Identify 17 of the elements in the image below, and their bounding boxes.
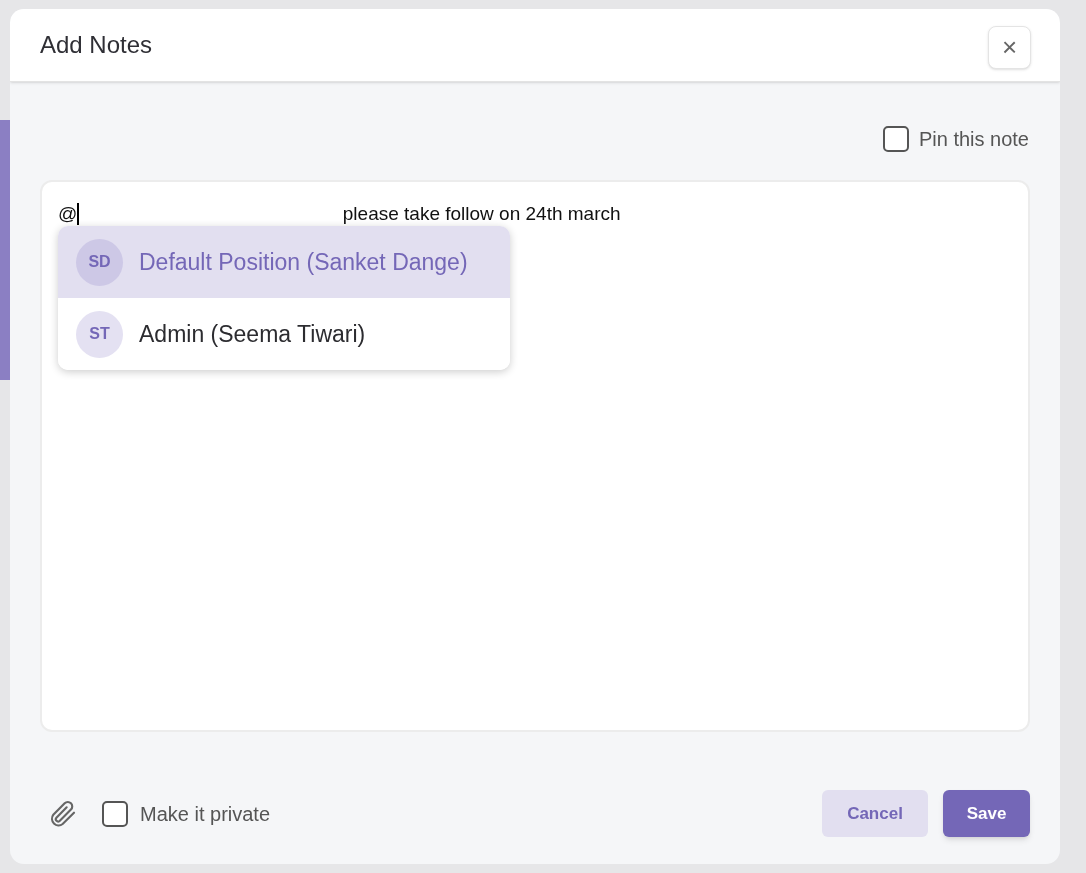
avatar: SD — [76, 238, 123, 286]
mention-name: Admin (Seema Tiwari) — [139, 319, 366, 349]
pin-label: Pin this note — [918, 127, 1029, 152]
close-button[interactable]: × — [988, 25, 1031, 69]
checkbox[interactable] — [882, 126, 909, 152]
mention-option[interactable]: SD Default Position (Sanket Dange) — [58, 226, 510, 298]
note-text: please take follow on 24th march — [342, 202, 621, 226]
cancel-button[interactable]: Cancel — [822, 790, 928, 837]
mention-name: Default Position (Sanket Dange) — [139, 247, 468, 277]
mention-trigger: @ — [58, 202, 78, 226]
dialog-title: Add Notes — [40, 30, 153, 60]
save-button[interactable]: Save — [943, 790, 1030, 837]
private-label: Make it private — [140, 801, 271, 827]
mention-option[interactable]: ST Admin (Seema Tiwari) — [58, 298, 510, 370]
avatar: ST — [76, 310, 123, 358]
checkbox[interactable] — [102, 800, 128, 827]
note-editor[interactable]: @ please take follow on 24th march SD Default Position (Sanket Dange) ST Admin (Seema Tiwari) — [40, 180, 1030, 732]
